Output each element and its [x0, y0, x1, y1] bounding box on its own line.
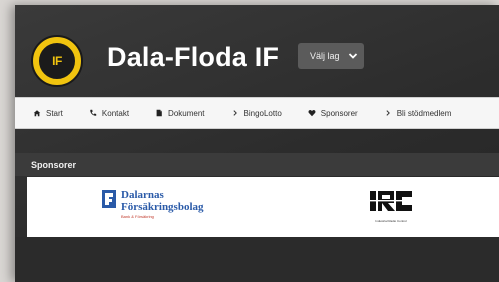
nav-item-start[interactable]: Start — [33, 109, 63, 118]
main-navigation: Start Kontakt Dokument BingoLotto Sponso… — [15, 97, 499, 129]
nav-item-label: Start — [46, 108, 63, 118]
sponsors-panel-body: Dalarnas Försäkringsbolag Bank & Försäkr… — [27, 177, 499, 237]
club-logo-text: IF — [52, 54, 62, 68]
nav-item-bingolotto[interactable]: BingoLotto — [231, 109, 282, 118]
nav-item-label: Bli stödmedlem — [396, 108, 452, 118]
browser-window: IF Dala-Floda IF Välj lag Start Kontakt — [15, 5, 499, 282]
sponsor-name-line2: Försäkringsbolag — [121, 201, 204, 213]
irc-logo-mark — [370, 191, 412, 211]
chevron-right-icon — [232, 110, 237, 116]
club-logo-emblem: IF — [37, 41, 77, 81]
nav-item-sponsorer[interactable]: Sponsorer — [308, 109, 358, 118]
chevron-down-icon — [348, 53, 357, 59]
nav-item-bli-stodmedlem[interactable]: Bli stödmedlem — [384, 108, 452, 118]
dalarnas-logo-icon — [102, 190, 116, 208]
heart-icon — [308, 109, 316, 117]
sponsor-logo-irc[interactable]: Industrial Radio Control — [367, 189, 415, 223]
sponsor-logo-dalarnas[interactable]: Dalarnas Försäkringsbolag Bank & Försäkr… — [102, 190, 204, 219]
site-header: IF Dala-Floda IF Välj lag — [15, 5, 499, 97]
document-icon — [156, 109, 162, 117]
home-icon — [33, 110, 41, 117]
sponsors-panel-header: Sponsorer — [15, 153, 499, 176]
nav-item-dokument[interactable]: Dokument — [155, 108, 205, 118]
nav-item-label: Sponsorer — [320, 108, 358, 118]
page-background-area — [15, 237, 499, 282]
dalarnas-wordmark: Dalarnas Försäkringsbolag Bank & Försäkr… — [121, 190, 204, 219]
club-logo[interactable]: IF — [31, 35, 83, 87]
sponsor-tagline: Bank & Försäkring — [121, 214, 154, 219]
nav-item-label: BingoLotto — [243, 108, 282, 118]
team-select-button[interactable]: Välj lag — [298, 43, 364, 69]
nav-item-kontakt[interactable]: Kontakt — [89, 109, 129, 118]
chevron-right-icon — [386, 110, 390, 116]
sponsor-name-line1: Dalarnas — [121, 189, 164, 201]
nav-item-label: Dokument — [168, 108, 205, 118]
team-select-label: Välj lag — [310, 51, 340, 61]
irc-caption: Industrial Radio Control — [375, 219, 407, 223]
nav-item-label: Kontakt — [101, 108, 130, 118]
phone-icon — [90, 109, 97, 116]
site-title[interactable]: Dala-Floda IF — [107, 42, 279, 73]
